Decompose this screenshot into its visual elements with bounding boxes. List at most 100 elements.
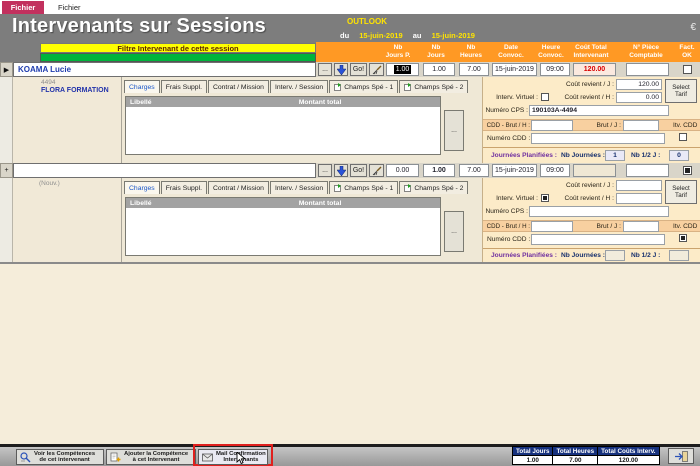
piece-comptable-field[interactable] bbox=[626, 63, 669, 76]
select-tarif-button[interactable]: SelectTarif bbox=[665, 79, 697, 103]
brut-j-field[interactable] bbox=[623, 221, 659, 232]
nb-demi-j-field[interactable]: 0 bbox=[669, 150, 689, 161]
date-convoc-field[interactable]: 15-juin-2019 bbox=[492, 63, 537, 76]
itv-cdd-checkbox[interactable] bbox=[679, 234, 687, 242]
heure-convoc-field[interactable]: 09:00 bbox=[540, 164, 570, 177]
tab-contrat-mission[interactable]: Contrat / Mission bbox=[208, 80, 269, 93]
nb-heures-field[interactable]: 7.00 bbox=[459, 164, 489, 177]
cdd-brut-h-field[interactable] bbox=[531, 120, 573, 131]
footer-bar: Voir les Compétencesde cet intervenant A… bbox=[0, 444, 700, 466]
mail-confirmation-button[interactable]: Mail ConfirmationIntervenants bbox=[198, 449, 268, 465]
fact-ok-checkbox[interactable] bbox=[683, 166, 692, 175]
nb-demi-j-field[interactable] bbox=[669, 250, 689, 261]
tab-champs-spe-1[interactable]: Champs Spé - 1 bbox=[329, 80, 398, 93]
numero-cdd-label: Numéro CDD : bbox=[487, 236, 529, 243]
tab-contrat-mission[interactable]: Contrat / Mission bbox=[208, 181, 269, 194]
itv-cdd-label: Itv. CDD bbox=[673, 122, 699, 129]
go-button[interactable]: Go! bbox=[350, 164, 367, 177]
intervenant-org: FLORA FORMATION bbox=[41, 87, 109, 94]
form-icon bbox=[404, 83, 412, 91]
journees-row: Journées Planifiées : Nb Journées : 1 Nb… bbox=[483, 147, 700, 162]
nb-jours-p-field[interactable]: 1.00 bbox=[386, 63, 419, 76]
nb-journees-field[interactable] bbox=[605, 250, 625, 261]
table-more-button[interactable]: ... bbox=[444, 211, 464, 252]
date-to: 15-juin-2019 bbox=[432, 31, 475, 40]
broom-icon bbox=[372, 166, 382, 176]
col-piece-comptable: N° PièceComptable bbox=[620, 44, 672, 60]
fact-ok-checkbox[interactable] bbox=[683, 65, 692, 74]
cout-h-field[interactable] bbox=[616, 193, 662, 204]
charges-table[interactable]: LibelléMontant total bbox=[125, 197, 441, 256]
page-title: Intervenants sur Sessions bbox=[12, 15, 266, 38]
nb-journees-label: Nb Journées : bbox=[561, 252, 603, 259]
intervenant-id: 4494 bbox=[41, 79, 55, 86]
detail-tabs: Charges Frais Suppl. Contrat / Mission I… bbox=[124, 80, 469, 93]
tab-champs-spe-1[interactable]: Champs Spé - 1 bbox=[329, 181, 398, 194]
au-label: au bbox=[413, 31, 422, 40]
nb-journees-field[interactable]: 1 bbox=[605, 150, 625, 161]
cdd-brut-h-label: CDD - Brut / H : bbox=[484, 223, 530, 230]
cout-total-field[interactable] bbox=[573, 164, 616, 177]
tab-charges[interactable]: Charges bbox=[124, 80, 160, 93]
total-heures-header: Total Heures bbox=[553, 447, 598, 456]
intervenant-name-field[interactable]: KOAMA Lucie bbox=[13, 62, 316, 77]
add-competence-icon bbox=[110, 452, 121, 463]
goto-arrow-button[interactable] bbox=[334, 63, 348, 76]
clean-button[interactable] bbox=[369, 63, 384, 76]
cout-total-field[interactable]: 120.00 bbox=[573, 63, 616, 76]
brut-j-field[interactable] bbox=[623, 120, 659, 131]
record-row-1: ▶ KOAMA Lucie ... Go! 1.00 1.00 7.00 15-… bbox=[0, 62, 700, 77]
nb-jours-p-field[interactable]: 0.00 bbox=[386, 164, 419, 177]
clean-button[interactable] bbox=[369, 164, 384, 177]
file-menu-item[interactable]: Fichier bbox=[58, 3, 81, 12]
nb-heures-field[interactable]: 7.00 bbox=[459, 63, 489, 76]
tab-charges[interactable]: Charges bbox=[124, 181, 160, 194]
subheader-band: Filtre Intervenant de cette session NbJo… bbox=[0, 42, 700, 62]
cout-j-field[interactable] bbox=[616, 180, 662, 191]
col-date-convoc: DateConvoc. bbox=[489, 44, 533, 60]
detail-margin bbox=[0, 77, 13, 163]
total-jours-value: 1.00 bbox=[513, 456, 553, 465]
date-convoc-field[interactable]: 15-juin-2019 bbox=[492, 164, 537, 177]
tab-champs-spe-2[interactable]: Champs Spé - 2 bbox=[399, 80, 468, 93]
cout-j-field[interactable]: 120.00 bbox=[616, 79, 662, 90]
numero-cps-field[interactable] bbox=[529, 206, 669, 217]
charges-table[interactable]: LibelléMontant total bbox=[125, 96, 441, 155]
intervenant-name-field[interactable] bbox=[13, 163, 316, 178]
tab-frais-suppl[interactable]: Frais Suppl. bbox=[161, 80, 207, 93]
row-selector[interactable]: ▶ bbox=[0, 62, 13, 77]
numero-cps-field[interactable]: 190103A-4494 bbox=[529, 105, 669, 116]
numero-cdd-field[interactable] bbox=[531, 133, 665, 144]
exit-icon bbox=[675, 451, 688, 462]
select-tarif-button[interactable]: SelectTarif bbox=[665, 180, 697, 204]
tab-frais-suppl[interactable]: Frais Suppl. bbox=[161, 181, 207, 194]
nb-jours-field[interactable]: 1.00 bbox=[423, 164, 455, 177]
tab-interv-session[interactable]: Interv. / Session bbox=[270, 181, 328, 194]
cout-h-field[interactable]: 0.00 bbox=[616, 92, 662, 103]
goto-arrow-button[interactable] bbox=[334, 164, 348, 177]
col-heure-convoc: HeureConvoc. bbox=[534, 44, 568, 60]
voir-competences-button[interactable]: Voir les Compétencesde cet intervenant bbox=[16, 449, 104, 465]
piece-comptable-field[interactable] bbox=[626, 164, 669, 177]
itv-cdd-checkbox[interactable] bbox=[679, 133, 687, 141]
row-selector[interactable]: + bbox=[0, 163, 13, 178]
nb-demi-j-label: Nb 1/2 J : bbox=[631, 252, 665, 259]
table-more-button[interactable]: ... bbox=[444, 110, 464, 151]
tab-champs-spe-2[interactable]: Champs Spé - 2 bbox=[399, 181, 468, 194]
exit-button[interactable] bbox=[668, 448, 694, 464]
form-icon bbox=[334, 184, 342, 192]
numero-cdd-field[interactable] bbox=[531, 234, 665, 245]
tab-interv-session[interactable]: Interv. / Session bbox=[270, 80, 328, 93]
more-button[interactable]: ... bbox=[318, 164, 332, 177]
more-button[interactable]: ... bbox=[318, 63, 332, 76]
detail-center: Charges Frais Suppl. Contrat / Mission I… bbox=[122, 178, 482, 262]
nb-jours-field[interactable]: 1.00 bbox=[423, 63, 455, 76]
detail-center: Charges Frais Suppl. Contrat / Mission I… bbox=[122, 77, 482, 163]
file-tab[interactable]: Fichier bbox=[2, 1, 44, 14]
ajouter-competence-button[interactable]: Ajouter la Compétenceà cet Intervenant bbox=[106, 449, 196, 465]
detail-tabs: Charges Frais Suppl. Contrat / Mission I… bbox=[124, 181, 469, 194]
filter-input[interactable] bbox=[40, 53, 316, 62]
cdd-brut-h-field[interactable] bbox=[531, 221, 573, 232]
heure-convoc-field[interactable]: 09:00 bbox=[540, 63, 570, 76]
go-button[interactable]: Go! bbox=[350, 63, 367, 76]
